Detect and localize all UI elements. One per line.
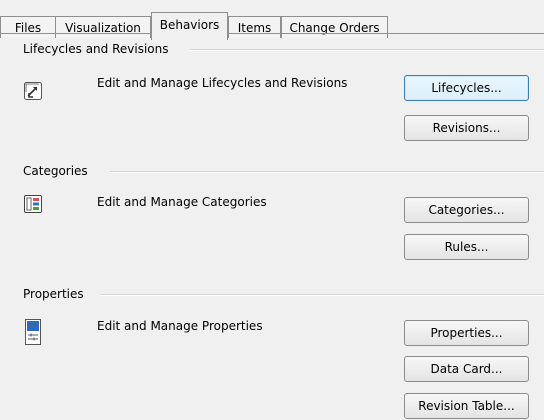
data-card-button[interactable]: Data Card... <box>404 356 529 382</box>
categories-button[interactable]: Categories... <box>404 197 529 223</box>
tab-behaviors[interactable]: Behaviors <box>151 12 228 40</box>
tab-files[interactable]: Files <box>0 16 56 38</box>
rules-button[interactable]: Rules... <box>404 234 529 260</box>
properties-button[interactable]: Properties... <box>404 320 529 346</box>
section-divider <box>190 49 544 50</box>
properties-icon <box>23 319 43 345</box>
tab-change-orders[interactable]: Change Orders <box>281 16 388 38</box>
revision-table-button[interactable]: Revision Table... <box>404 393 529 419</box>
lifecycles-button[interactable]: Lifecycles... <box>404 75 529 101</box>
tab-baseline <box>0 33 544 34</box>
revisions-button[interactable]: Revisions... <box>404 115 529 141</box>
section-divider <box>100 294 544 295</box>
tab-items[interactable]: Items <box>228 16 281 38</box>
lifecycle-arrows-icon <box>23 81 43 101</box>
description-lifecycles: Edit and Manage Lifecycles and Revisions <box>97 76 348 90</box>
tab-visualization[interactable]: Visualization <box>55 16 151 38</box>
tab-bar: Files Visualization Behaviors Items Chan… <box>0 6 544 40</box>
description-categories: Edit and Manage Categories <box>97 195 267 209</box>
section-title-lifecycles: Lifecycles and Revisions <box>23 41 179 57</box>
categories-icon <box>23 194 43 214</box>
section-divider <box>110 171 544 172</box>
section-title-categories: Categories <box>23 163 98 179</box>
description-properties: Edit and Manage Properties <box>97 319 263 333</box>
section-title-properties: Properties <box>23 286 94 302</box>
